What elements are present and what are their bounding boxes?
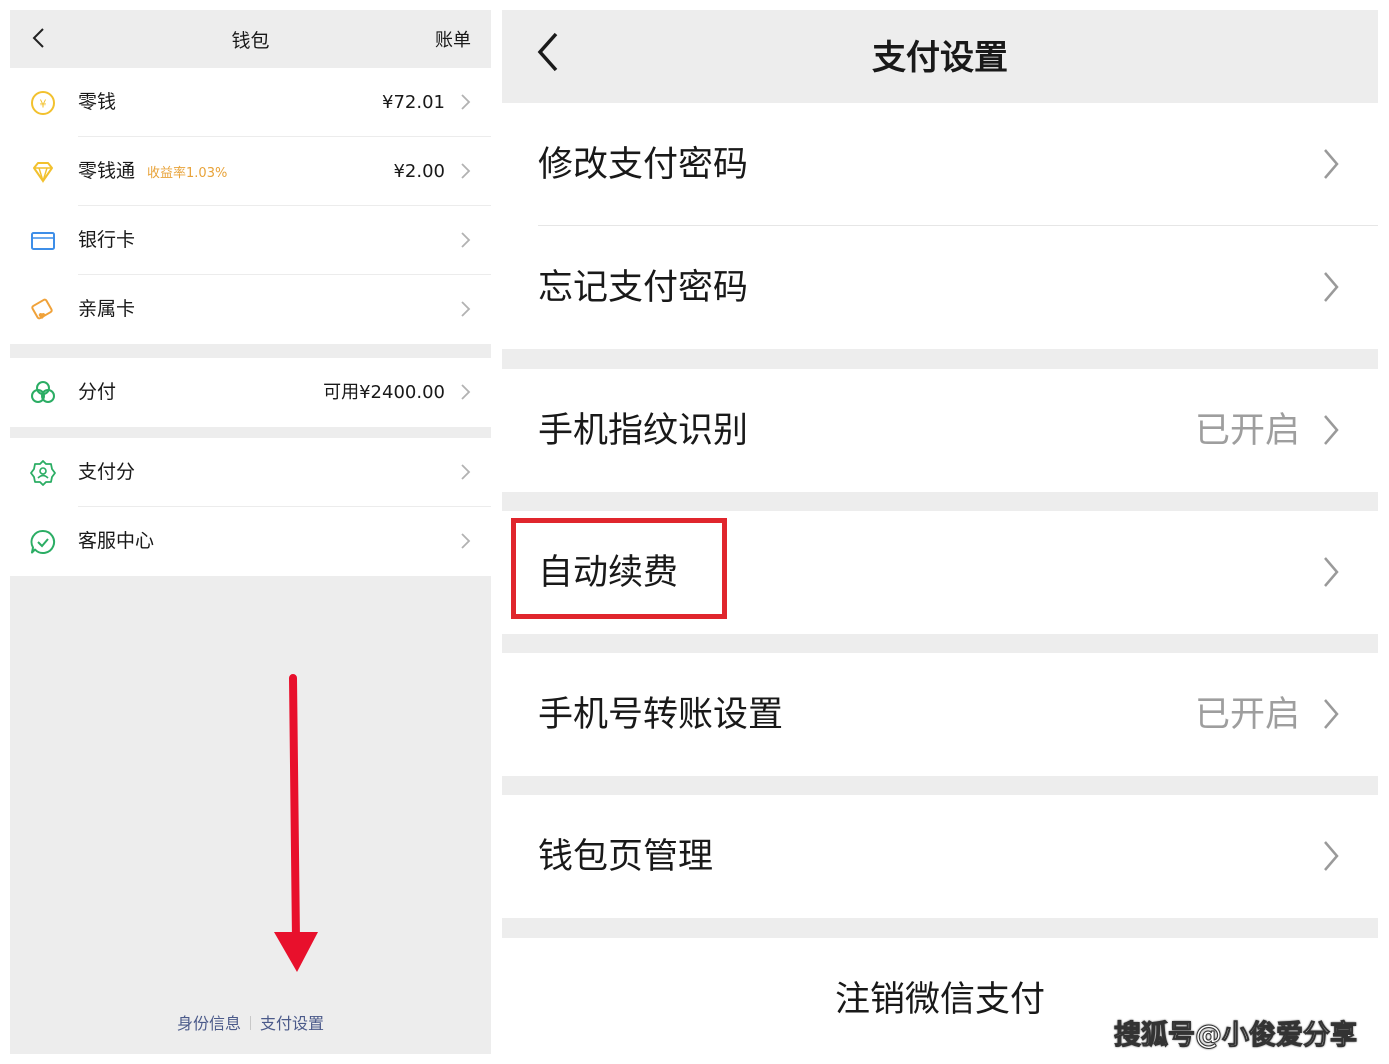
item-label: 钱包页管理 [538, 837, 714, 877]
yield-rate-badge: 收益率1.03% [147, 166, 228, 181]
item-label: 手机号转账设置 [538, 695, 784, 735]
footer-separator [250, 1016, 251, 1030]
item-label: 支付分 [78, 461, 136, 483]
list-item-phone-transfer[interactable]: 手机号转账设置 已开启 [502, 653, 1378, 776]
chevron-right-icon [1324, 149, 1339, 179]
list-item-change[interactable]: ¥ 零钱 ¥72.01 [10, 68, 491, 137]
chevron-right-icon [461, 384, 471, 400]
pay-settings-header: 支付设置 [502, 10, 1378, 103]
item-label: 修改支付密码 [538, 145, 749, 185]
list-item-fingerprint[interactable]: 手机指纹识别 已开启 [502, 369, 1378, 492]
item-label: 亲属卡 [78, 298, 136, 320]
status-value: 已开启 [1194, 695, 1300, 735]
item-label: 手机指纹识别 [538, 411, 749, 451]
bank-card-icon [31, 232, 55, 250]
chevron-right-icon [461, 232, 471, 248]
wallet-screen: 钱包 账单 ¥ 零钱 ¥72.01 零钱通 收益率1.03% ¥2.00 银行卡… [10, 10, 491, 1054]
list-item-pay-score[interactable]: 支付分 [10, 438, 491, 507]
chevron-right-icon [1324, 699, 1339, 729]
svg-text:¥: ¥ [40, 98, 47, 111]
item-label: 零钱通 收益率1.03% [78, 160, 228, 182]
fenfu-icon [31, 381, 55, 403]
annotation-arrow [274, 674, 318, 972]
family-card-icon [31, 298, 53, 320]
pay-settings-screen: 支付设置 修改支付密码 忘记支付密码 手机指纹识别 已开启 自动续费 手机号转账… [502, 10, 1378, 1054]
list-item-change-password[interactable]: 修改支付密码 [502, 103, 1378, 226]
page-title: 支付设置 [872, 38, 1008, 78]
chevron-right-icon [461, 464, 471, 480]
chevron-right-icon [1324, 272, 1339, 302]
item-label: 零钱 [78, 91, 117, 113]
highlight-annotation-box [511, 518, 727, 619]
fenfu-available: 可用¥2400.00 [323, 382, 445, 403]
phone-transfer-group: 手机号转账设置 已开启 [502, 653, 1378, 776]
list-item-bank-card[interactable]: 银行卡 [10, 206, 491, 275]
item-label: 忘记支付密码 [538, 268, 749, 308]
watermark: 搜狐号@小俊爱分享 [1114, 1020, 1358, 1052]
item-label: 客服中心 [78, 530, 155, 552]
yuan-coin-icon: ¥ [31, 91, 55, 115]
wallet-header: 钱包 账单 [10, 10, 491, 68]
list-item-customer-service[interactable]: 客服中心 [10, 507, 491, 576]
list-item-forgot-password[interactable]: 忘记支付密码 [502, 226, 1378, 349]
page-title: 钱包 [231, 30, 270, 52]
chevron-right-icon [461, 301, 471, 317]
chevron-right-icon [1324, 841, 1339, 871]
fingerprint-group: 手机指纹识别 已开启 [502, 369, 1378, 492]
list-item-fenfu[interactable]: 分付 可用¥2400.00 [10, 358, 491, 427]
diamond-icon [33, 162, 53, 184]
list-item-family-card[interactable]: 亲属卡 [10, 275, 491, 344]
bill-button[interactable]: 账单 [435, 26, 471, 52]
chevron-right-icon [1324, 557, 1339, 587]
lingqiantong-balance: ¥2.00 [393, 161, 445, 182]
chevron-right-icon [461, 94, 471, 110]
list-item-lingqiantong[interactable]: 零钱通 收益率1.03% ¥2.00 [10, 137, 491, 206]
chevron-right-icon [1324, 415, 1339, 445]
wallet-fenfu-group: 分付 可用¥2400.00 [10, 358, 491, 427]
chevron-right-icon [461, 163, 471, 179]
pay-settings-link[interactable]: 支付设置 [260, 1014, 324, 1033]
wallet-balance-group: ¥ 零钱 ¥72.01 零钱通 收益率1.03% ¥2.00 银行卡 亲属卡 [10, 68, 491, 344]
item-label: 分付 [78, 381, 117, 403]
wallet-page-group: 钱包页管理 [502, 795, 1378, 918]
status-value: 已开启 [1194, 411, 1300, 451]
change-balance: ¥72.01 [382, 92, 445, 113]
identity-info-link[interactable]: 身份信息 [177, 1014, 241, 1033]
chevron-right-icon [461, 533, 471, 549]
list-item-wallet-page-manage[interactable]: 钱包页管理 [502, 795, 1378, 918]
item-label: 银行卡 [78, 229, 136, 251]
password-group: 修改支付密码 忘记支付密码 [502, 103, 1378, 349]
pay-score-icon [30, 460, 56, 486]
customer-service-icon [30, 529, 56, 554]
wallet-service-group: 支付分 客服中心 [10, 438, 491, 576]
wallet-footer: 身份信息 支付设置 [10, 1010, 491, 1034]
